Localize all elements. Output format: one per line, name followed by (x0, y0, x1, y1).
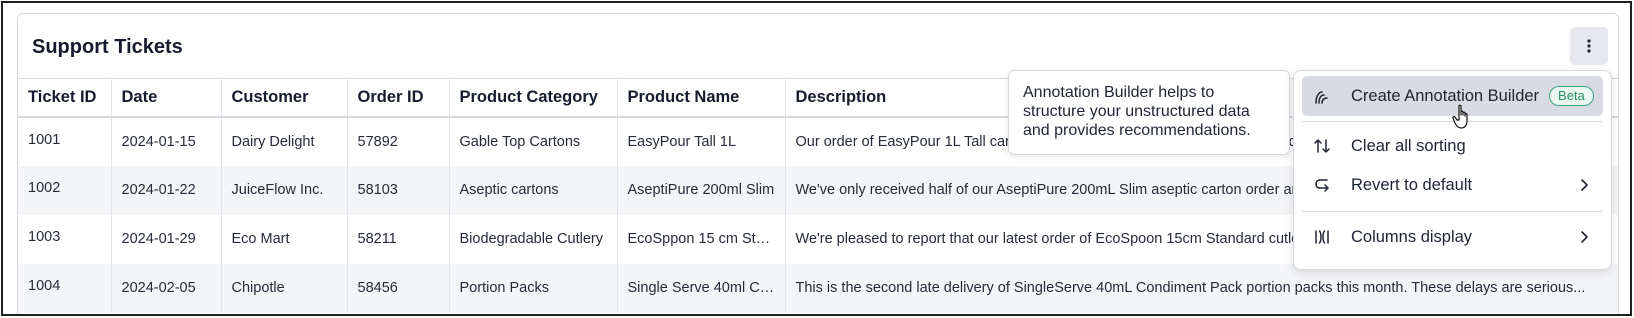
cell-customer: Eco Mart (221, 214, 348, 264)
window-frame: Support Tickets Ticket ID Date Customer (1, 1, 1632, 316)
options-menu: Create Annotation Builder Beta Clear all… (1293, 70, 1612, 270)
revert-to-default-label: Revert to default (1351, 175, 1473, 194)
column-header-order-id[interactable]: Order ID (347, 78, 450, 118)
cell-customer: JuiceFlow Inc. (221, 165, 348, 215)
cell-order-id: 58211 (347, 214, 450, 264)
cell-product-category: Gable Top Cartons (449, 116, 618, 166)
column-header-date[interactable]: Date (111, 78, 222, 118)
column-header-product-category[interactable]: Product Category (449, 78, 618, 118)
card-header: Support Tickets (18, 14, 1618, 77)
columns-display-item[interactable]: Columns display (1302, 217, 1603, 257)
columns-display-label: Columns display (1351, 227, 1473, 246)
hand-cursor-icon (1452, 104, 1468, 129)
revert-to-default-item[interactable]: Revert to default (1302, 165, 1603, 205)
clear-all-sorting-label: Clear all sorting (1351, 136, 1466, 155)
annotation-builder-icon (1312, 86, 1332, 106)
cell-ticket-id: 1003 (18, 214, 112, 264)
column-header-product-name[interactable]: Product Name (617, 78, 786, 118)
cell-product-name: Single Serve 40ml Co... (617, 263, 786, 313)
cell-product-name: EasyPour Tall 1L (617, 116, 786, 166)
chevron-right-icon (1581, 231, 1588, 243)
cell-order-id: 58456 (347, 263, 450, 313)
cell-product-category: Aseptic cartons (449, 165, 618, 215)
menu-divider (1302, 211, 1603, 212)
column-header-customer[interactable]: Customer (221, 78, 348, 118)
cell-order-id: 57892 (347, 116, 450, 166)
create-annotation-builder-label: Create Annotation Builder (1351, 86, 1540, 105)
column-header-ticket-id[interactable]: Ticket ID (18, 78, 112, 118)
card-title: Support Tickets (32, 36, 183, 58)
cell-date: 2024-01-22 (111, 165, 222, 215)
kebab-icon (1587, 39, 1591, 53)
sort-arrows-icon (1312, 136, 1332, 156)
cell-ticket-id: 1004 (18, 263, 112, 313)
cell-date: 2024-02-05 (111, 263, 222, 313)
more-options-button[interactable] (1570, 27, 1608, 65)
chevron-right-icon (1581, 179, 1588, 191)
revert-icon (1312, 175, 1332, 195)
cell-customer: Dairy Delight (221, 116, 348, 166)
cell-date: 2024-01-29 (111, 214, 222, 264)
cell-date: 2024-01-15 (111, 116, 222, 166)
cell-product-name: AseptiPure 200ml Slim (617, 165, 786, 215)
columns-icon (1312, 227, 1332, 247)
cell-description: This is the second late delivery of Sing… (785, 263, 1618, 313)
cell-product-name: EcoSppon 15 cm Stan... (617, 214, 786, 264)
cell-order-id: 58103 (347, 165, 450, 215)
beta-badge: Beta (1549, 86, 1594, 106)
clear-all-sorting-item[interactable]: Clear all sorting (1302, 126, 1603, 166)
cell-ticket-id: 1002 (18, 165, 112, 215)
table-row[interactable]: 1004 2024-02-05 Chipotle 58456 Portion P… (18, 263, 1618, 313)
annotation-builder-tooltip: Annotation Builder helps to structure yo… (1008, 70, 1290, 155)
cell-customer: Chipotle (221, 263, 348, 313)
cell-product-category: Portion Packs (449, 263, 618, 313)
cell-product-category: Biodegradable Cutlery (449, 214, 618, 264)
cell-ticket-id: 1001 (18, 116, 112, 166)
